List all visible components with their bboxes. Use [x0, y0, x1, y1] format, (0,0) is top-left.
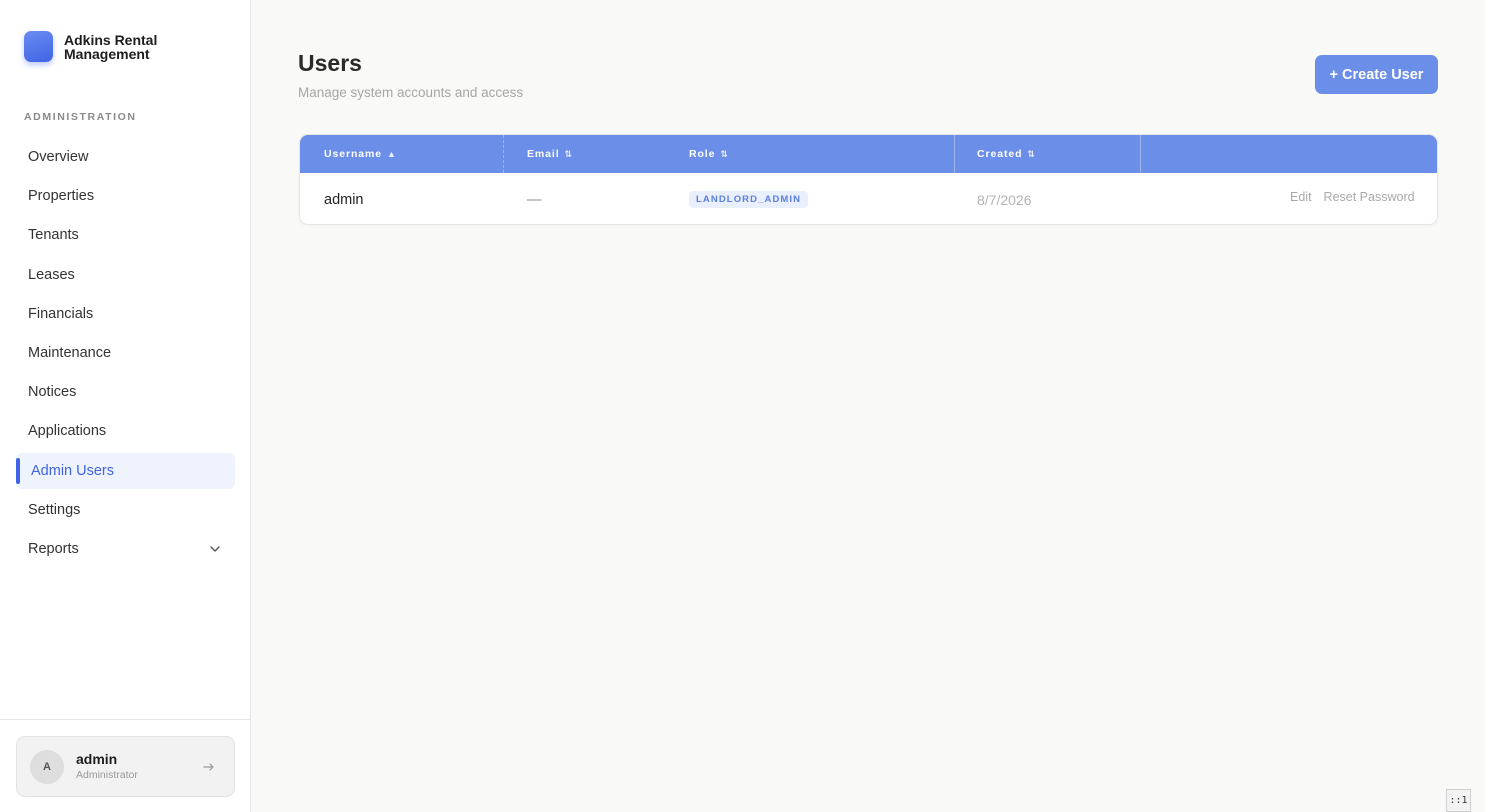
logo-icon [24, 31, 53, 62]
column-header-email[interactable]: Email ⇅ [527, 135, 572, 173]
sidebar-item-label: Admin Users [31, 462, 114, 479]
column-header-username[interactable]: Username ▲ [324, 135, 396, 173]
user-name: admin [76, 751, 118, 767]
sidebar-item-admin-users[interactable]: Admin Users [16, 452, 235, 489]
create-user-button[interactable]: + Create User [1315, 55, 1438, 94]
chevron-down-icon[interactable] [209, 543, 221, 555]
users-table: Username ▲ Email ⇅ Role ⇅ Created ⇅ admi… [299, 134, 1438, 225]
section-label: ADMINISTRATION [24, 111, 137, 123]
sidebar-item-applications[interactable]: Applications [16, 413, 235, 449]
sidebar-item-label: Settings [28, 501, 81, 518]
corner-badge[interactable]: ::1 [1446, 789, 1471, 812]
column-divider [503, 135, 504, 173]
edit-link[interactable]: Edit [1290, 190, 1312, 204]
arrow-right-icon[interactable] [202, 760, 216, 774]
sidebar-item-label: Reports [28, 540, 79, 557]
sidebar-item-label: Financials [28, 305, 94, 322]
cell-username: admin [324, 191, 364, 208]
sidebar-divider [0, 719, 250, 720]
app-name: Adkins Rental Management [64, 32, 158, 62]
column-header-label: Role [689, 148, 716, 160]
column-header-role[interactable]: Role ⇅ [689, 135, 728, 173]
cell-email: — [527, 191, 542, 208]
sidebar-item-maintenance[interactable]: Maintenance [16, 335, 235, 371]
sidebar-item-overview[interactable]: Overview [16, 139, 235, 175]
sidebar-item-label: Maintenance [28, 344, 112, 361]
table-header: Username ▲ Email ⇅ Role ⇅ Created ⇅ [300, 135, 1437, 173]
sidebar-item-label: Applications [28, 423, 107, 440]
avatar: A [30, 749, 64, 784]
sidebar-item-properties[interactable]: Properties [16, 178, 235, 214]
user-card[interactable]: A admin Administrator [16, 736, 235, 797]
sidebar-item-label: Properties [28, 188, 95, 205]
sort-icon: ⇅ [1027, 148, 1035, 159]
column-header-label: Email [527, 148, 560, 160]
sidebar-item-tenants[interactable]: Tenants [16, 217, 235, 253]
cell-actions: Edit Reset Password [1290, 173, 1415, 221]
sidebar-nav: Overview Properties Tenants Leases Finan… [16, 139, 235, 570]
column-divider [1140, 135, 1141, 173]
role-badge: LANDLORD_ADMIN [689, 191, 809, 208]
sidebar-item-financials[interactable]: Financials [16, 296, 235, 332]
cell-created: 8/7/2026 [977, 191, 1032, 208]
column-header-label: Username [324, 148, 382, 160]
brand[interactable]: Adkins Rental Management [24, 31, 174, 62]
sidebar: Adkins Rental Management ADMINISTRATION … [0, 0, 251, 812]
app-root: Adkins Rental Management ADMINISTRATION … [0, 0, 1485, 812]
sidebar-item-leases[interactable]: Leases [16, 257, 235, 293]
sidebar-item-label: Leases [28, 266, 75, 283]
column-header-label: Created [977, 148, 1023, 160]
sidebar-item-label: Notices [28, 384, 77, 401]
sort-ascending-icon: ▲ [386, 149, 396, 159]
column-divider [954, 135, 955, 173]
sidebar-item-label: Overview [28, 149, 89, 165]
sidebar-item-settings[interactable]: Settings [16, 492, 235, 528]
sort-icon: ⇅ [564, 148, 573, 159]
sidebar-item-notices[interactable]: Notices [16, 374, 235, 410]
sidebar-item-label: Tenants [28, 227, 79, 244]
cell-role: LANDLORD_ADMIN [689, 173, 809, 224]
reset-password-link[interactable]: Reset Password [1324, 190, 1415, 204]
sidebar-item-reports[interactable]: Reports [16, 531, 235, 567]
page-title: Users [298, 50, 362, 76]
sort-icon: ⇅ [720, 148, 728, 159]
user-role: Administrator [76, 769, 138, 781]
page-subtitle: Manage system accounts and access [298, 85, 524, 100]
column-header-created[interactable]: Created ⇅ [977, 135, 1035, 173]
user-meta: admin Administrator [76, 751, 138, 782]
